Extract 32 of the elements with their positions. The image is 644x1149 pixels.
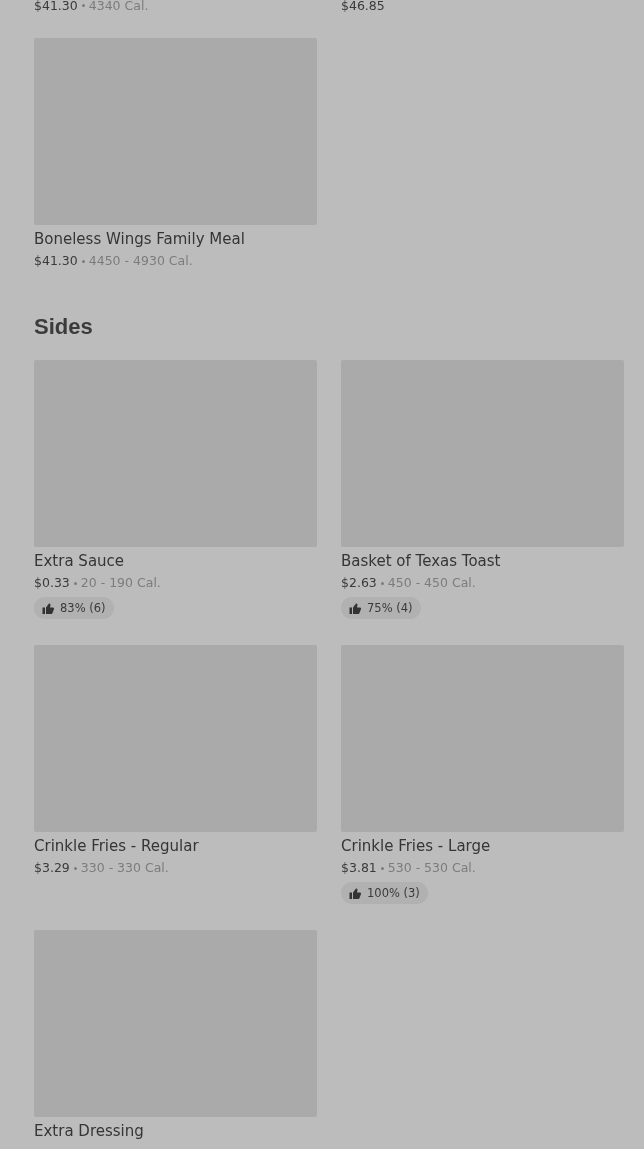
calories: 450 - 450 Cal. <box>387 574 476 592</box>
separator-dot <box>380 866 384 870</box>
thumbs-up-icon <box>349 602 361 614</box>
price: $3.29 <box>34 859 70 877</box>
item-name[interactable]: Boneless Wings Family Meal <box>34 228 245 250</box>
price: $3.81 <box>341 859 377 877</box>
separator-dot <box>81 259 85 263</box>
calories: 530 - 530 Cal. <box>387 859 476 877</box>
price: $46.85 <box>341 0 385 12</box>
item-name[interactable]: Extra Dressing <box>34 1120 144 1142</box>
calories: 4450 - 4930 Cal. <box>88 252 193 270</box>
calories: 4340 Cal. <box>88 0 149 12</box>
separator-dot <box>73 866 77 870</box>
thumbs-up-icon <box>42 602 54 614</box>
thumbs-up-icon <box>349 887 361 899</box>
separator-dot <box>81 4 85 7</box>
separator-dot <box>73 581 77 585</box>
item-name[interactable]: Crinkle Fries - Large <box>341 835 491 857</box>
item-name[interactable]: Crinkle Fries - Regular <box>34 835 199 857</box>
item-name[interactable]: Extra Sauce <box>34 550 125 572</box>
rating-text: 75% (4) <box>367 601 413 615</box>
price: $41.30 <box>34 252 78 270</box>
calories: 20 - 190 Cal. <box>80 574 161 592</box>
separator-dot <box>380 581 384 585</box>
rating-text: 100% (3) <box>367 886 420 900</box>
calories: 330 - 330 Cal. <box>80 859 169 877</box>
section-heading: Sides <box>34 313 94 341</box>
price: $0.33 <box>34 574 70 592</box>
rating-text: 83% (6) <box>60 601 106 615</box>
item-name[interactable]: Basket of Texas Toast <box>341 550 501 572</box>
price: $41.30 <box>34 0 78 12</box>
price: $2.63 <box>341 574 377 592</box>
